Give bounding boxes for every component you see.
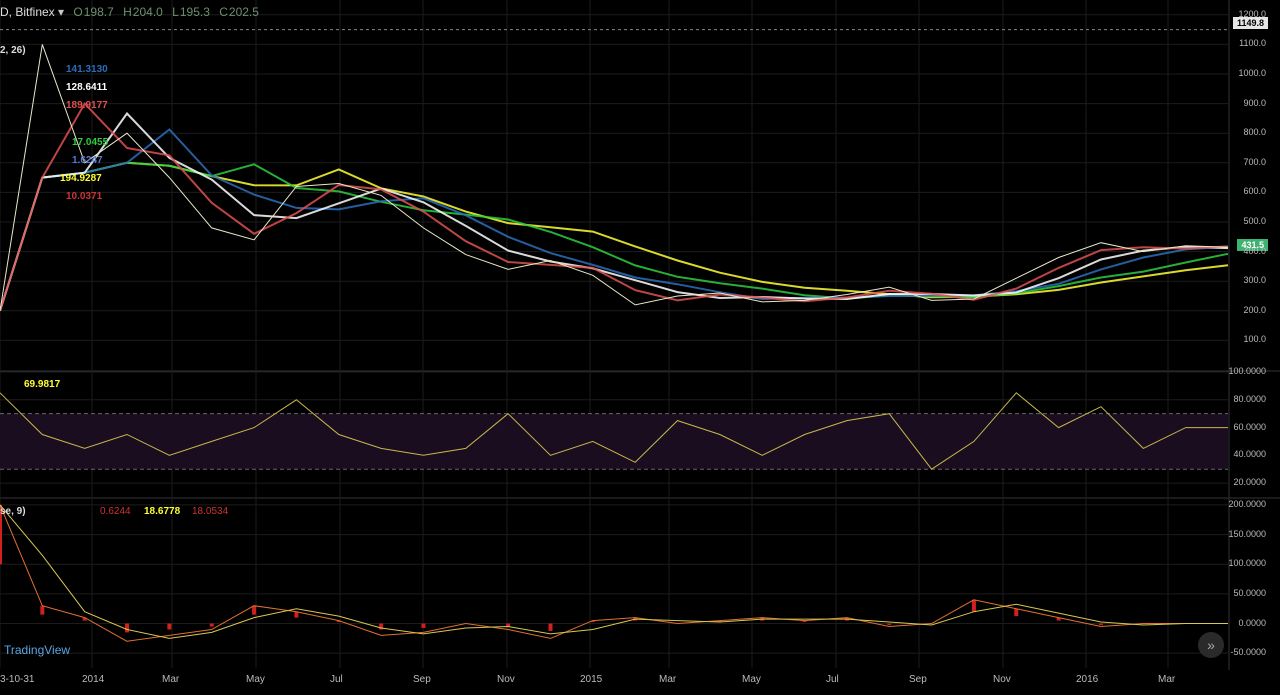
time-tick-label: Mar <box>1158 674 1176 685</box>
ma-value-4: 17.0455 <box>72 137 109 148</box>
macd-histogram-bar <box>40 605 45 615</box>
macd-signal-line <box>0 504 1228 639</box>
chart-canvas[interactable] <box>0 0 1280 695</box>
axis-tick-label: 1000.0 <box>1238 68 1266 78</box>
ma-value-2: 128.6411 <box>66 82 108 93</box>
axis-tick-label: 1100.0 <box>1239 38 1266 49</box>
axis-tick-label: 150.0000 <box>1228 528 1266 539</box>
time-tick-label: Mar <box>659 674 677 685</box>
time-tick-label: Sep <box>909 674 927 685</box>
axis-tick-label: 600.0 <box>1243 186 1266 197</box>
macd-line <box>0 504 1228 642</box>
time-tick-label: Sep <box>413 674 431 685</box>
tradingview-logo: TradingView <box>4 643 71 657</box>
moving-average-line <box>0 101 1229 312</box>
time-tick-label: 3-10-31 <box>0 674 35 685</box>
axis-tick-label: 800.0 <box>1243 127 1266 138</box>
moving-average-line <box>0 161 1229 312</box>
low-label: L <box>172 5 179 19</box>
symbol-dropdown-icon[interactable]: ▾ <box>58 5 64 19</box>
axis-tick-label: 60.0000 <box>1233 421 1266 432</box>
macd-histogram-bar <box>167 623 172 630</box>
axis-tick-label: 200.0000 <box>1228 498 1266 509</box>
high-label: H <box>123 5 132 19</box>
macd-params-label[interactable]: se, 9) <box>0 506 26 517</box>
ma-value-7: 10.0371 <box>66 191 103 202</box>
macd-value-2: 18.6778 <box>144 506 181 517</box>
scroll-to-latest-button[interactable]: » <box>1198 632 1224 658</box>
high-price-badge: 1149.8 <box>1232 17 1268 29</box>
macd-histogram-bar <box>421 623 426 628</box>
axis-tick-label: 900.0 <box>1243 97 1266 108</box>
ohlc-header: D, Bitfinex ▾ O198.7 H204.0 L195.3 C202.… <box>0 5 259 19</box>
axis-tick-label: 400.0 <box>1243 245 1266 256</box>
macd-histogram-bar <box>548 623 553 631</box>
time-tick-label: 2015 <box>580 674 603 685</box>
macd-value-1: 0.6244 <box>100 506 131 517</box>
macd-histogram-bar <box>209 623 214 627</box>
time-tick-label: 2014 <box>82 674 105 685</box>
open-label: O <box>73 5 83 19</box>
time-tick-label: Mar <box>162 674 180 685</box>
low-value: 195.3 <box>179 5 210 19</box>
axis-tick-label: 80.0000 <box>1233 393 1266 404</box>
ma-value-1: 141.3130 <box>66 64 108 75</box>
open-value: 198.7 <box>83 5 114 19</box>
axis-tick-label: 1200.0 <box>1238 8 1266 19</box>
axis-tick-label: -50.0000 <box>1230 647 1266 658</box>
time-tick-label: May <box>742 674 761 685</box>
close-label: C <box>219 5 228 19</box>
macd-histogram-bar <box>294 611 299 618</box>
macd-histogram-bar <box>1014 608 1019 617</box>
axis-tick-label: 300.0 <box>1243 275 1266 286</box>
time-tick-label: Jul <box>826 674 839 685</box>
ma-value-3: 189.9177 <box>66 100 108 111</box>
macd-histogram-bar <box>125 623 130 633</box>
axis-tick-label: 100.0000 <box>1228 366 1266 376</box>
axis-tick-label: 50.0000 <box>1233 587 1266 598</box>
rsi-value: 69.9817 <box>24 379 61 390</box>
axis-tick-label: 40.0000 <box>1233 449 1266 460</box>
time-tick-label: Jul <box>330 674 343 685</box>
macd-histogram-bar <box>887 623 892 626</box>
macd-value-3: 18.0534 <box>192 506 229 517</box>
symbol-label[interactable]: D, Bitfinex <box>0 5 55 19</box>
axis-tick-label: 0.0000 <box>1238 617 1266 628</box>
rsi-band <box>0 413 1228 470</box>
axis-tick-label: 100.0 <box>1243 334 1266 345</box>
time-tick-label: May <box>246 674 265 685</box>
axis-tick-label: 200.0 <box>1243 304 1266 315</box>
close-value: 202.5 <box>228 5 259 19</box>
ma-value-5: 1.6247 <box>72 155 103 166</box>
axis-tick-label: 100.0000 <box>1228 558 1266 569</box>
macd-histogram-bar <box>971 599 976 612</box>
axis-tick-label: 500.0 <box>1243 216 1266 226</box>
axis-tick-label: 20.0000 <box>1233 477 1266 488</box>
axis-tick-label: 700.0 <box>1243 156 1266 167</box>
ma-value-6: 194.9287 <box>60 173 102 184</box>
time-tick-label: 2016 <box>1076 674 1099 685</box>
time-tick-label: Nov <box>993 674 1011 685</box>
indicator-params-label[interactable]: 2, 26) <box>0 45 26 56</box>
macd-histogram-bar <box>1098 623 1103 626</box>
high-value: 204.0 <box>132 5 163 19</box>
time-tick-label: Nov <box>497 674 515 685</box>
